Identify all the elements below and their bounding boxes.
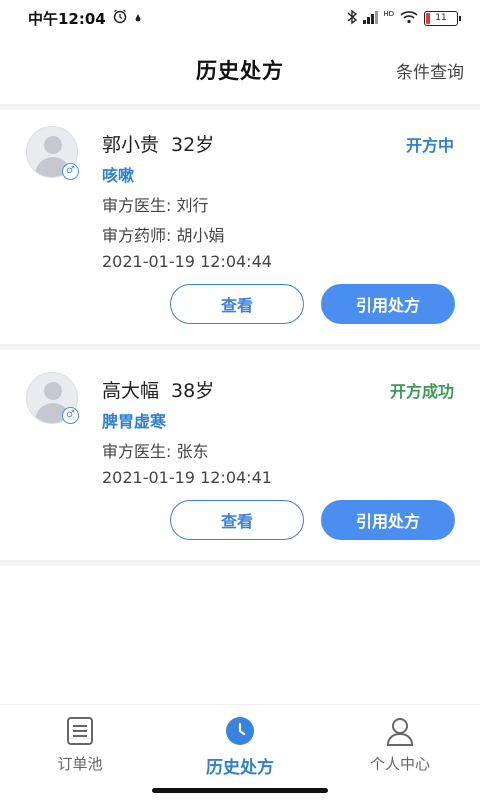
patient-name: 郭小贵 [102, 134, 160, 156]
patient-name-line: 高大幅 38岁 [102, 376, 214, 403]
view-button[interactable]: 查看 [170, 500, 304, 540]
person-icon [384, 715, 416, 747]
male-icon: ♂ [62, 407, 79, 424]
status-left: 中午12:04 [28, 8, 142, 29]
status-right: HD 11 [347, 9, 461, 28]
battery-icon: 11 [424, 10, 461, 26]
battery-level: 11 [435, 13, 447, 23]
cite-prescription-button[interactable]: 引用处方 [321, 500, 455, 540]
tab-personal-center[interactable]: 个人中心 [340, 715, 460, 774]
prescription-datetime: 2021-01-19 12:04:41 [102, 468, 272, 487]
tab-label: 订单池 [57, 755, 103, 773]
home-indicator[interactable] [152, 788, 328, 793]
tab-label: 历史处方 [206, 758, 274, 778]
status-time: 中午12:04 [28, 9, 106, 28]
status-bar: 中午12:04 HD 11 [0, 0, 480, 36]
patient-age: 32岁 [171, 134, 215, 156]
reviewing-pharmacist: 审方药师: 胡小娟 [102, 226, 225, 245]
cellular-signal-icon [363, 10, 383, 27]
reviewing-doctor: 审方医生: 刘行 [102, 196, 209, 215]
filter-query-button[interactable]: 条件查询 [396, 58, 464, 83]
alarm-icon [112, 8, 128, 28]
patient-name-line: 郭小贵 32岁 [102, 130, 214, 157]
avatar-head [44, 382, 62, 400]
nav-bar: 历史处方 条件查询 [0, 36, 480, 104]
diagnosis: 咳嗽 [102, 166, 135, 185]
status-badge: 开方中 [405, 136, 454, 155]
prescription-card[interactable]: ♂ 郭小贵 32岁 开方中 咳嗽 审方医生: 刘行 审方药师: 胡小娟 2021-… [0, 110, 480, 344]
view-button[interactable]: 查看 [170, 284, 304, 324]
avatar-head [44, 136, 62, 154]
prescription-datetime: 2021-01-19 12:04:44 [102, 252, 272, 271]
status-badge: 开方成功 [389, 382, 454, 401]
battery-fill [426, 12, 430, 24]
prescription-card[interactable]: ♂ 高大幅 38岁 开方成功 脾胃虚寒 审方医生: 张东 2021-01-19 1… [0, 350, 480, 560]
cite-prescription-button[interactable]: 引用处方 [321, 284, 455, 324]
screen: 中午12:04 HD 11 历史处方 条件查询 ♂ 郭小贵 32岁 开方中 咳嗽… [0, 0, 480, 800]
signal-type-label: HD [383, 10, 394, 18]
clock-icon [224, 715, 256, 747]
wifi-icon [400, 10, 418, 27]
reviewing-doctor: 审方医生: 张东 [102, 442, 209, 461]
notification-dot-icon [134, 9, 142, 27]
divider [0, 560, 480, 566]
patient-name: 高大幅 [102, 380, 160, 402]
patient-age: 38岁 [171, 380, 215, 402]
tab-label: 个人中心 [369, 755, 430, 773]
page-title: 历史处方 [196, 59, 284, 83]
male-icon: ♂ [62, 163, 79, 180]
tab-order-pool[interactable]: 订单池 [20, 715, 140, 774]
bluetooth-icon [347, 9, 358, 28]
tab-history-prescriptions[interactable]: 历史处方 [180, 715, 300, 778]
bottom-tab-bar: 订单池 历史处方 个人中心 [0, 704, 480, 800]
order-list-icon [64, 715, 96, 747]
diagnosis: 脾胃虚寒 [102, 412, 167, 431]
